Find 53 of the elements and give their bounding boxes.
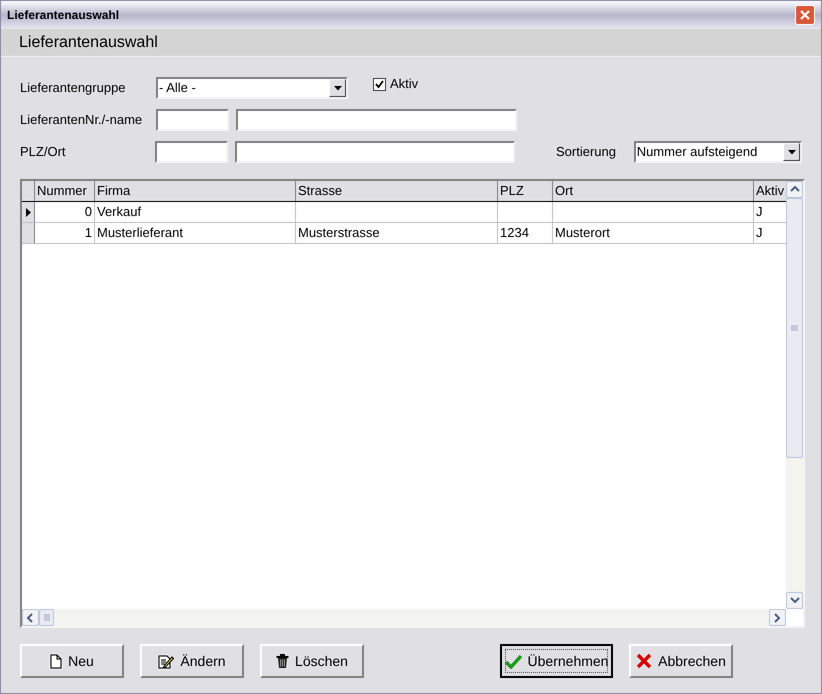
column-header[interactable]: Ort (553, 181, 754, 201)
table-cell: Musterlieferant (95, 223, 296, 243)
table-cell: 0 (35, 202, 95, 222)
city-field[interactable] (235, 141, 516, 163)
column-header[interactable]: Strasse (296, 181, 498, 201)
dropdown-arrow-icon (334, 86, 342, 90)
close-button[interactable] (795, 5, 815, 25)
field-label: LieferantenNr./-name (20, 111, 144, 130)
table-cell: 1234 (498, 223, 553, 243)
trash-can-icon (276, 653, 290, 669)
group-dropdown[interactable]: - Alle - (156, 77, 348, 99)
chevron-up-icon (790, 184, 800, 194)
horizontal-scrollbar[interactable] (22, 609, 786, 626)
table-cell: Verkauf (95, 202, 296, 222)
table-cell: 1 (35, 223, 95, 243)
close-icon (636, 653, 652, 669)
zip-field[interactable] (155, 141, 228, 163)
dialog-button[interactable]: Neu (20, 644, 124, 678)
table-cell: Musterstrasse (296, 223, 498, 243)
table-cell: Musterort (553, 223, 754, 243)
sort-dropdown[interactable]: Nummer aufsteigend (634, 141, 802, 163)
chevron-left-icon (26, 612, 36, 622)
scroll-left-button[interactable] (22, 609, 39, 626)
field-label: Lieferantengruppe (20, 79, 127, 98)
chevron-right-icon (772, 612, 782, 622)
column-header[interactable]: Firma (95, 181, 296, 201)
close-icon (799, 9, 811, 21)
dialog-button[interactable]: Ändern (140, 644, 244, 678)
checkbox-label: Aktiv (390, 75, 418, 94)
dialog-button[interactable]: Abbrechen (629, 644, 733, 678)
name-field[interactable] (236, 109, 517, 131)
scroll-right-button[interactable] (769, 609, 786, 626)
page-icon (50, 654, 62, 668)
dialog-button[interactable]: Löschen (260, 644, 364, 678)
chevron-down-icon (790, 596, 800, 606)
number-field[interactable] (156, 109, 229, 131)
page-pencil-icon (158, 654, 174, 668)
scroll-thumb[interactable] (39, 609, 54, 626)
window-title: Lieferantenauswahl (7, 7, 120, 24)
dialog-button[interactable]: Übernehmen (500, 644, 613, 678)
column-header[interactable]: PLZ (498, 181, 553, 201)
dropdown-arrow-icon (788, 150, 796, 154)
vertical-scrollbar[interactable] (786, 181, 803, 609)
row-indicator[interactable] (22, 202, 35, 222)
active-checkbox[interactable] (373, 78, 386, 90)
column-header[interactable]: Nummer (35, 181, 95, 201)
field-label: PLZ/Ort (20, 143, 67, 162)
scroll-thumb[interactable] (786, 198, 803, 458)
scroll-up-button[interactable] (786, 181, 803, 198)
checkmark-icon (504, 654, 522, 668)
scroll-down-button[interactable] (786, 592, 803, 609)
header-title: Lieferantenauswahl (19, 32, 158, 52)
field-label: Sortierung (556, 143, 617, 162)
